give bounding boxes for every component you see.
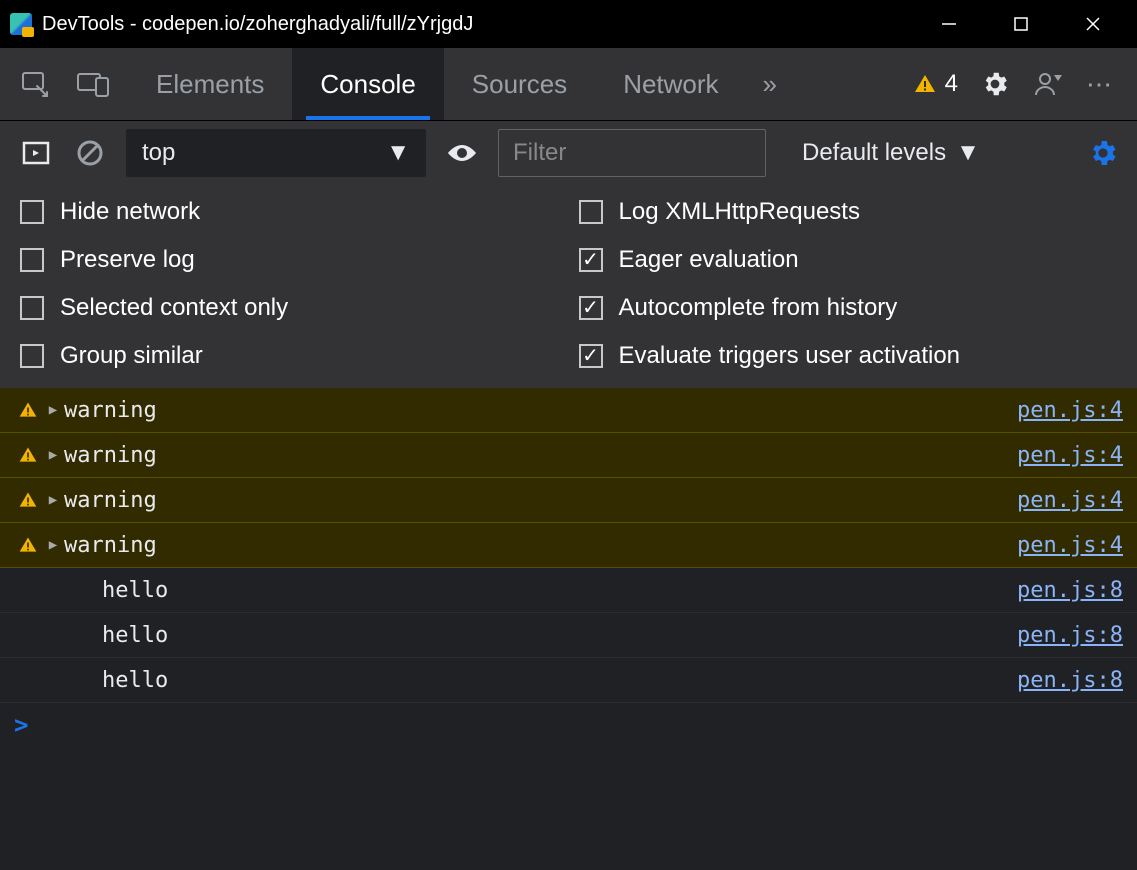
more-menu-button[interactable]: ⋯ xyxy=(1086,69,1115,100)
log-source-link[interactable]: pen.js:4 xyxy=(1017,488,1123,513)
log-levels-selector[interactable]: Default levels ▼ xyxy=(802,139,980,167)
log-source-link[interactable]: pen.js:8 xyxy=(1017,623,1123,648)
device-toolbar-icon[interactable] xyxy=(64,48,122,120)
checkbox-icon xyxy=(579,296,603,320)
inspect-element-icon[interactable] xyxy=(6,48,64,120)
chevron-down-icon: ▼ xyxy=(956,139,980,167)
log-message: hello xyxy=(64,668,1017,693)
setting-preserve-log[interactable]: Preserve log xyxy=(20,246,559,274)
log-row[interactable]: ▶warningpen.js:4 xyxy=(0,478,1137,523)
log-row[interactable]: ▶hellopen.js:8 xyxy=(0,658,1137,703)
filter-input[interactable] xyxy=(498,129,766,177)
live-expression-icon[interactable] xyxy=(444,135,480,171)
checkbox-icon xyxy=(579,200,603,224)
minimize-button[interactable] xyxy=(913,0,985,48)
sidebar-toggle-icon[interactable] xyxy=(18,135,54,171)
setting-label: Evaluate triggers user activation xyxy=(619,342,961,370)
context-selector[interactable]: top ▼ xyxy=(126,129,426,177)
prompt-caret-icon: > xyxy=(14,711,28,739)
tab-elements[interactable]: Elements xyxy=(128,48,292,120)
setting-label: Log XMLHttpRequests xyxy=(619,198,860,226)
log-source-link[interactable]: pen.js:8 xyxy=(1017,578,1123,603)
clear-console-icon[interactable] xyxy=(72,135,108,171)
window-titlebar: DevTools - codepen.io/zoherghadyali/full… xyxy=(0,0,1137,48)
tab-console[interactable]: Console xyxy=(292,48,443,120)
log-source-link[interactable]: pen.js:8 xyxy=(1017,668,1123,693)
setting-log-xmlhttprequests[interactable]: Log XMLHttpRequests xyxy=(579,198,1118,226)
disclosure-triangle-icon: ▶ xyxy=(42,447,64,463)
setting-label: Group similar xyxy=(60,342,203,370)
log-row[interactable]: ▶warningpen.js:4 xyxy=(0,433,1137,478)
setting-label: Hide network xyxy=(60,198,200,226)
setting-evaluate-triggers-user-activation[interactable]: Evaluate triggers user activation xyxy=(579,342,1118,370)
warnings-count: 4 xyxy=(945,70,958,98)
setting-label: Autocomplete from history xyxy=(619,294,898,322)
warning-triangle-icon xyxy=(913,72,937,96)
log-message: warning xyxy=(64,443,1017,468)
log-source-link[interactable]: pen.js:4 xyxy=(1017,398,1123,423)
console-log-list: ▶warningpen.js:4▶warningpen.js:4▶warning… xyxy=(0,388,1137,703)
log-source-link[interactable]: pen.js:4 xyxy=(1017,533,1123,558)
log-source-link[interactable]: pen.js:4 xyxy=(1017,443,1123,468)
log-message: hello xyxy=(64,623,1017,648)
window-title: DevTools - codepen.io/zoherghadyali/full… xyxy=(42,13,473,36)
warning-triangle-icon xyxy=(14,490,42,510)
warning-triangle-icon xyxy=(14,400,42,420)
app-icon xyxy=(10,13,32,35)
warning-triangle-icon xyxy=(14,445,42,465)
log-row[interactable]: ▶hellopen.js:8 xyxy=(0,568,1137,613)
tab-sources[interactable]: Sources xyxy=(444,48,595,120)
console-prompt[interactable]: > xyxy=(0,703,1137,747)
maximize-button[interactable] xyxy=(985,0,1057,48)
console-settings-button[interactable] xyxy=(1087,137,1119,169)
log-message: warning xyxy=(64,398,1017,423)
warnings-badge[interactable]: 4 xyxy=(913,70,958,98)
setting-group-similar[interactable]: Group similar xyxy=(20,342,559,370)
checkbox-icon xyxy=(579,344,603,368)
checkbox-icon xyxy=(20,200,44,224)
checkbox-icon xyxy=(20,248,44,272)
console-toolbar: top ▼ Default levels ▼ xyxy=(0,120,1137,184)
log-message: warning xyxy=(64,533,1017,558)
setting-eager-evaluation[interactable]: Eager evaluation xyxy=(579,246,1118,274)
disclosure-triangle-icon: ▶ xyxy=(42,402,64,418)
log-message: hello xyxy=(64,578,1017,603)
tabs-overflow-button[interactable]: » xyxy=(747,48,793,120)
checkbox-icon xyxy=(20,296,44,320)
setting-label: Preserve log xyxy=(60,246,195,274)
chevron-down-icon: ▼ xyxy=(386,139,410,167)
settings-button[interactable] xyxy=(980,69,1010,99)
panel-tabs: Elements Console Sources Network » xyxy=(128,48,793,120)
log-row[interactable]: ▶warningpen.js:4 xyxy=(0,388,1137,433)
log-message: warning xyxy=(64,488,1017,513)
disclosure-triangle-icon: ▶ xyxy=(42,492,64,508)
account-icon[interactable] xyxy=(1032,69,1064,99)
setting-label: Selected context only xyxy=(60,294,288,322)
log-row[interactable]: ▶hellopen.js:8 xyxy=(0,613,1137,658)
disclosure-triangle-icon: ▶ xyxy=(42,537,64,553)
log-row[interactable]: ▶warningpen.js:4 xyxy=(0,523,1137,568)
console-settings-panel: Hide network Log XMLHttpRequests Preserve … xyxy=(0,184,1137,388)
warning-triangle-icon xyxy=(14,535,42,555)
close-button[interactable] xyxy=(1057,0,1129,48)
tab-network[interactable]: Network xyxy=(595,48,746,120)
setting-autocomplete-from-history[interactable]: Autocomplete from history xyxy=(579,294,1118,322)
checkbox-icon xyxy=(20,344,44,368)
setting-hide-network[interactable]: Hide network xyxy=(20,198,559,226)
setting-label: Eager evaluation xyxy=(619,246,799,274)
checkbox-icon xyxy=(579,248,603,272)
context-value: top xyxy=(142,139,175,167)
setting-selected-context-only[interactable]: Selected context only xyxy=(20,294,559,322)
devtools-tabbar: Elements Console Sources Network » 4 ⋯ xyxy=(0,48,1137,120)
